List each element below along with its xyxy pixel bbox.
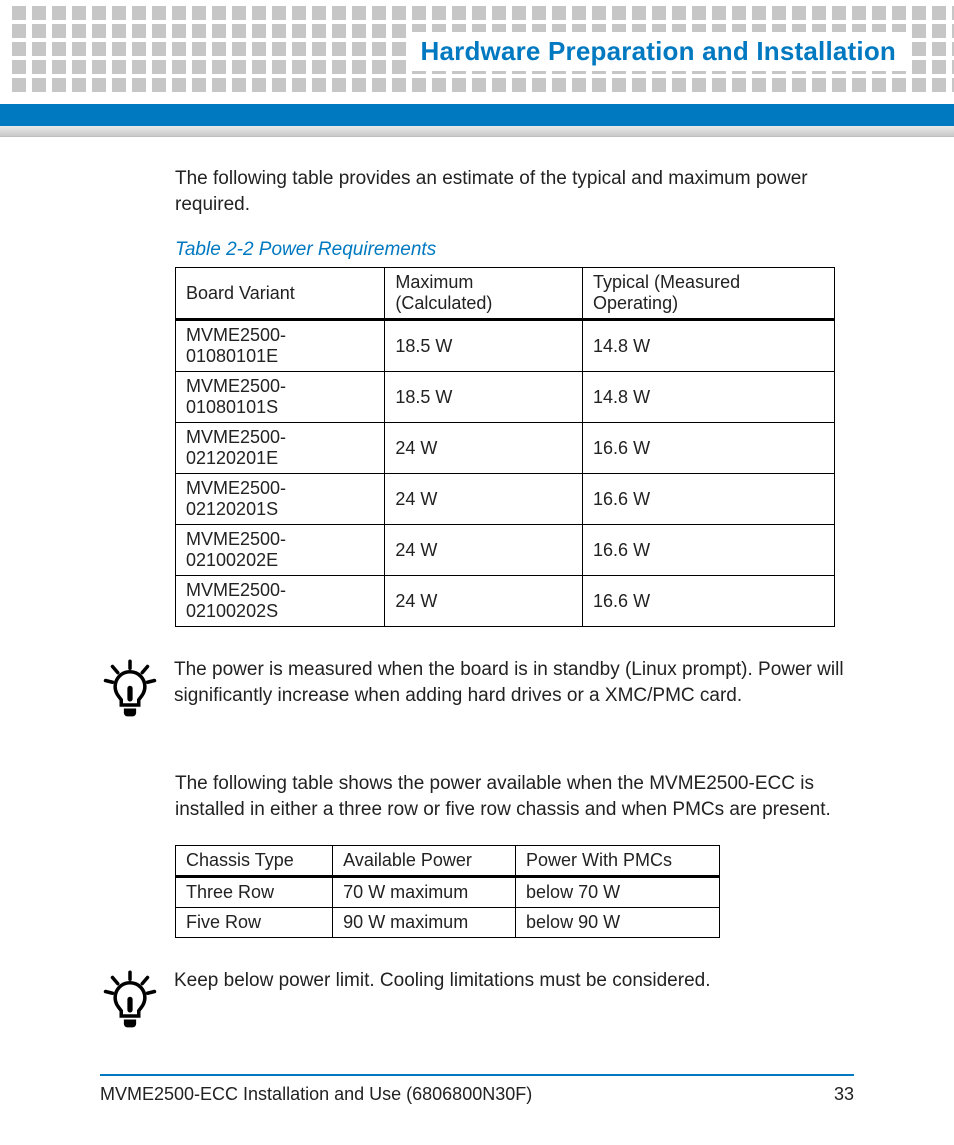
table-cell: Three Row [176, 876, 333, 907]
table-cell: 24 W [385, 525, 583, 576]
table-header: Maximum (Calculated) [385, 268, 583, 320]
table-row: MVME2500-02120201E24 W16.6 W [176, 423, 835, 474]
table-cell: 24 W [385, 423, 583, 474]
table-row: Five Row90 W maximumbelow 90 W [176, 907, 720, 937]
lightbulb-icon [102, 657, 158, 725]
tip-text: Keep below power limit. Cooling limitati… [174, 968, 710, 994]
table-cell: 24 W [385, 474, 583, 525]
table-cell: MVME2500-02120201E [176, 423, 385, 474]
page-footer: MVME2500-ECC Installation and Use (68068… [100, 1074, 854, 1105]
table-cell: Five Row [176, 907, 333, 937]
table-cell: 24 W [385, 576, 583, 627]
table-cell: 70 W maximum [333, 876, 516, 907]
table-cell: MVME2500-02100202E [176, 525, 385, 576]
table-cell: 16.6 W [583, 423, 835, 474]
table-header: Board Variant [176, 268, 385, 320]
tip-text: The power is measured when the board is … [174, 657, 854, 708]
page: Hardware Preparation and Installation Th… [0, 0, 954, 1145]
content-area: The following table provides an estimate… [0, 166, 954, 1036]
header-grey-rule [0, 126, 954, 136]
table-cell: 18.5 W [385, 320, 583, 372]
table-header: Chassis Type [176, 845, 333, 876]
mid-paragraph: The following table shows the power avai… [175, 771, 854, 822]
header-blue-rule [0, 104, 954, 126]
lightbulb-icon [102, 968, 158, 1036]
table-row: MVME2500-01080101S18.5 W14.8 W [176, 372, 835, 423]
table-caption: Table 2-2 Power Requirements [175, 239, 854, 261]
intro-paragraph: The following table provides an estimate… [175, 166, 854, 217]
table-header: Power With PMCs [516, 845, 720, 876]
footer-page-number: 33 [834, 1084, 854, 1105]
table-row: MVME2500-02100202S24 W16.6 W [176, 576, 835, 627]
table-row: MVME2500-01080101E18.5 W14.8 W [176, 320, 835, 372]
power-requirements-table: Board Variant Maximum (Calculated) Typic… [175, 267, 835, 627]
table-row: MVME2500-02120201S24 W16.6 W [176, 474, 835, 525]
tip-block: The power is measured when the board is … [102, 657, 854, 725]
table-cell: 14.8 W [583, 372, 835, 423]
table-cell: 16.6 W [583, 525, 835, 576]
table-cell: MVME2500-01080101E [176, 320, 385, 372]
table-header: Typical (Measured Operating) [583, 268, 835, 320]
table-cell: MVME2500-02100202S [176, 576, 385, 627]
table-row: Three Row70 W maximumbelow 70 W [176, 876, 720, 907]
tip-block: Keep below power limit. Cooling limitati… [102, 968, 854, 1036]
table-row: MVME2500-02100202E24 W16.6 W [176, 525, 835, 576]
table-cell: below 70 W [516, 876, 720, 907]
table-cell: 16.6 W [583, 576, 835, 627]
table-cell: MVME2500-02120201S [176, 474, 385, 525]
table-header: Available Power [333, 845, 516, 876]
table-cell: 16.6 W [583, 474, 835, 525]
header-pattern: Hardware Preparation and Installation [0, 0, 954, 96]
footer-doc-title: MVME2500-ECC Installation and Use (68068… [100, 1084, 532, 1105]
table-cell: below 90 W [516, 907, 720, 937]
table-cell: 14.8 W [583, 320, 835, 372]
table-cell: 18.5 W [385, 372, 583, 423]
chassis-power-table: Chassis Type Available Power Power With … [175, 845, 720, 938]
table-cell: 90 W maximum [333, 907, 516, 937]
table-cell: MVME2500-01080101S [176, 372, 385, 423]
